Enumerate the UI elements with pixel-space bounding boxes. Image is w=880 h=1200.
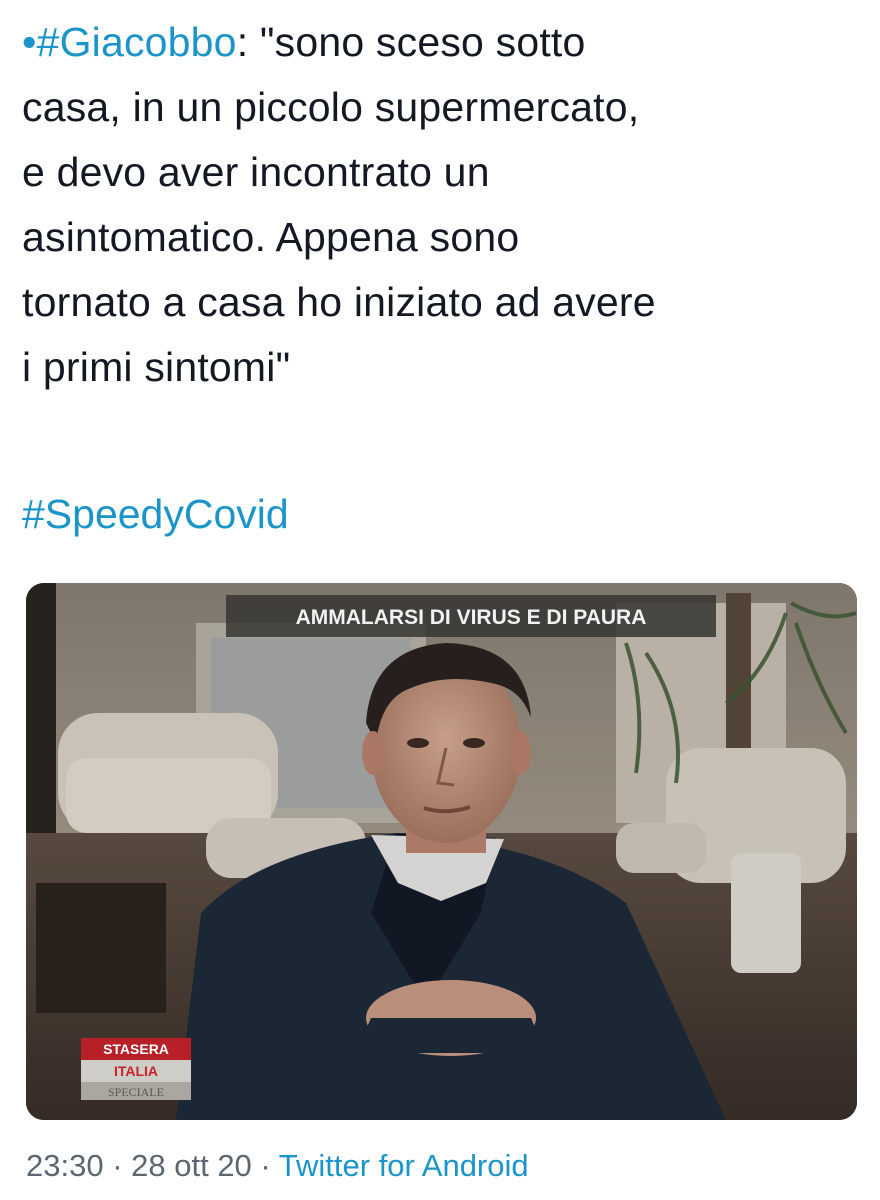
hashtag-giacobbo-link[interactable]: #Giacobbo <box>37 19 237 65</box>
tweet-line-4: asintomatico. Appena sono <box>22 214 520 260</box>
hashtag-speedycovid-line: #SpeedyCovid <box>22 484 289 544</box>
tweet-line-3: e devo aver incontrato un <box>22 149 490 195</box>
tweet-line-5: tornato a casa ho iniziato ad avere <box>22 279 656 325</box>
tweet-text-segment: : "sono sceso sotto <box>236 19 586 65</box>
tweet-line-2: casa, in un piccolo supermercato, <box>22 84 640 130</box>
tweet-meta: 23:30 · 28 ott 20 · Twitter for Android <box>26 1148 529 1184</box>
tweet-line-6: i primi sintomi" <box>22 344 291 390</box>
tweet-line-1: •#Giacobbo: "sono sceso sotto <box>22 10 867 75</box>
show-logo-top: STASERA <box>103 1041 169 1057</box>
show-logo-mid: ITALIA <box>114 1063 158 1079</box>
caption-banner-text: AMMALARSI DI VIRUS E DI PAURA <box>296 606 647 629</box>
tweet-text: •#Giacobbo: "sono sceso sotto casa, in u… <box>22 10 867 400</box>
bullet: • <box>22 19 37 65</box>
tweet-date: 28 ott 20 <box>131 1148 252 1183</box>
tv-screenshot-image: AMMALARSI DI VIRUS E DI PAURA STASERA IT… <box>26 583 857 1120</box>
hashtag-speedycovid-link[interactable]: #SpeedyCovid <box>22 491 289 537</box>
meta-separator: · <box>103 1148 132 1183</box>
show-logo-bottom: SPECIALE <box>108 1085 164 1099</box>
tweet-media-image[interactable]: AMMALARSI DI VIRUS E DI PAURA STASERA IT… <box>26 583 857 1120</box>
tweet-time: 23:30 <box>26 1148 104 1183</box>
meta-separator: · <box>251 1148 279 1183</box>
tweet-source-link[interactable]: Twitter for Android <box>279 1148 529 1183</box>
